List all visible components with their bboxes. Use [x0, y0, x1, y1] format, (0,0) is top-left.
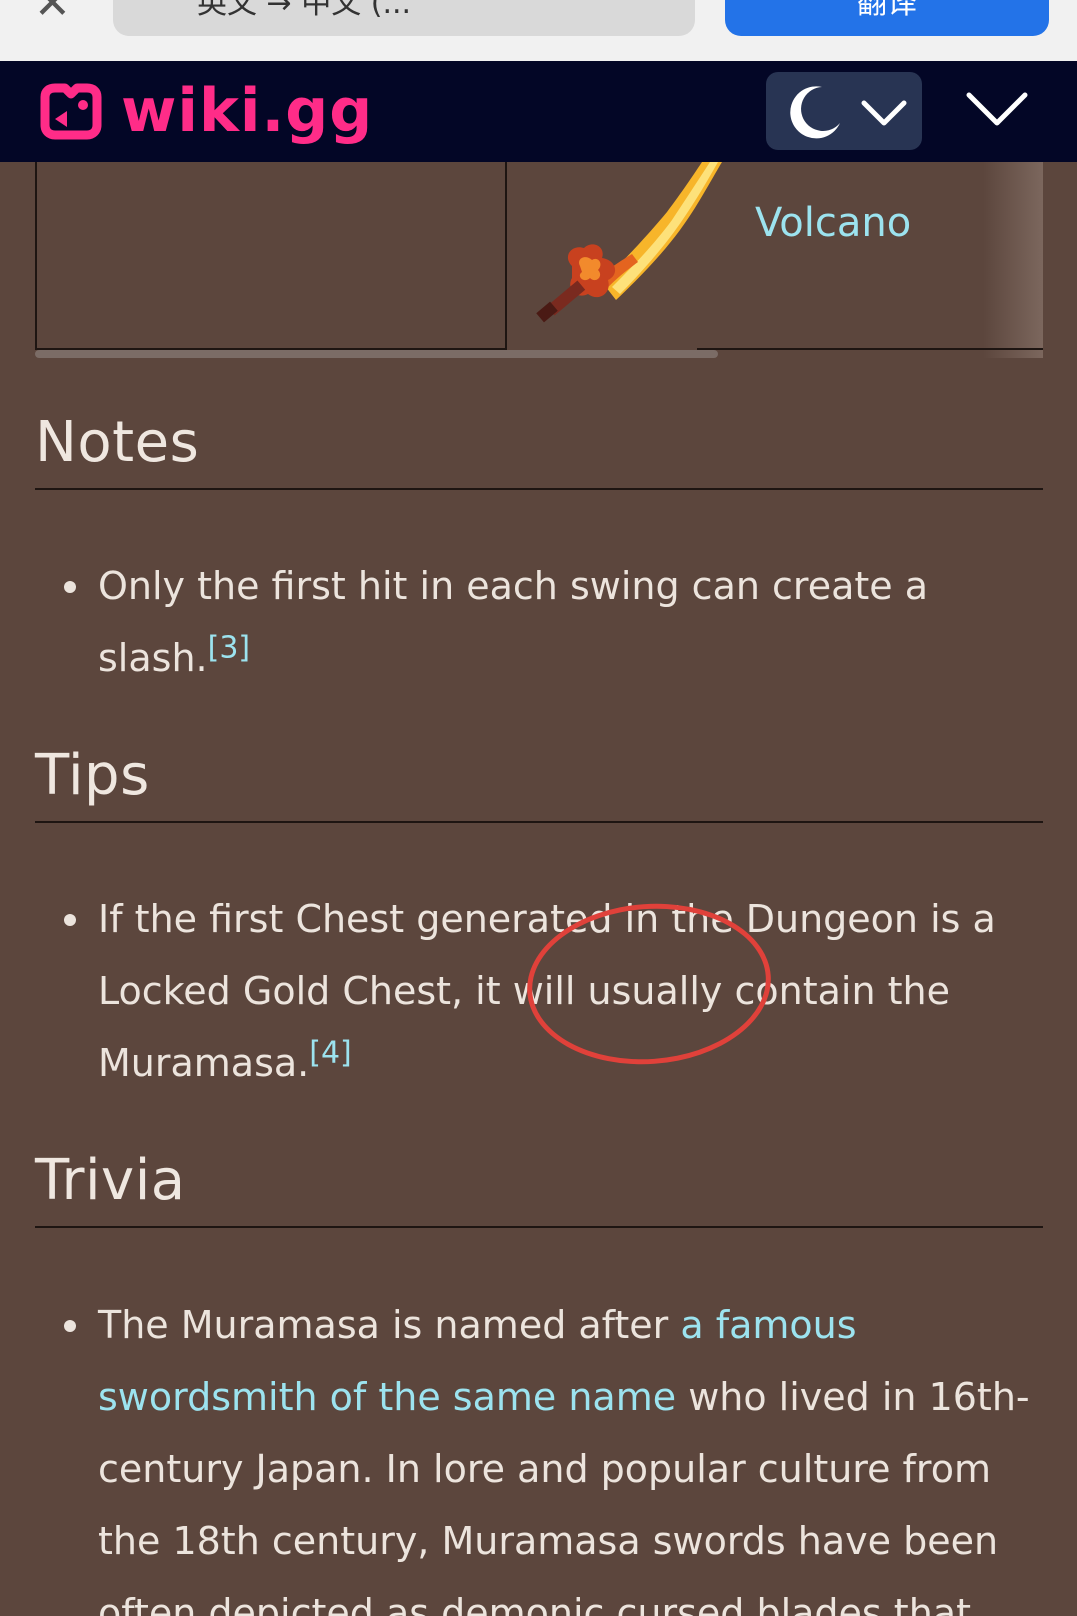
list-item: If the first Chest generated in the Dung…	[64, 883, 1043, 1099]
close-icon[interactable]: ✕	[34, 0, 71, 29]
table-border	[697, 348, 1043, 350]
logo-text: wiki.gg	[121, 76, 374, 146]
translate-button[interactable]: 翻译	[725, 0, 1049, 36]
site-header: wiki.gg	[0, 61, 1077, 162]
chevron-down-icon	[966, 92, 1028, 126]
translate-language-selector[interactable]: 英文 → 中文 (...	[113, 0, 695, 36]
trivia-text: The Muramasa is named after	[98, 1303, 681, 1347]
table-horizontal-scrollbar[interactable]	[35, 350, 718, 358]
section-heading-notes: Notes	[35, 408, 1043, 490]
item-table[interactable]: Volcano	[35, 162, 1043, 360]
chevron-down-icon	[861, 100, 907, 126]
section-heading-trivia: Trivia	[35, 1146, 1043, 1228]
list-item: The Muramasa is named after a famous swo…	[64, 1289, 1043, 1616]
reference-link[interactable]: [4]	[309, 1035, 352, 1070]
section-heading-tips: Tips	[35, 741, 1043, 823]
reference-link[interactable]: [3]	[208, 630, 251, 665]
scroll-fade-overlay	[983, 162, 1043, 358]
table-cell	[35, 162, 507, 350]
tips-list: If the first Chest generated in the Dung…	[64, 883, 1043, 1099]
article-content: Volcano Notes Only the first hit in each…	[0, 162, 1077, 1616]
menu-toggle-button[interactable]	[965, 81, 1029, 141]
volcano-link[interactable]: Volcano	[755, 200, 911, 246]
muramasa-sword-image[interactable]	[532, 162, 722, 332]
trivia-list: The Muramasa is named after a famous swo…	[64, 1289, 1043, 1616]
wiki-gg-logo-icon	[40, 83, 102, 140]
site-logo[interactable]: wiki.gg	[35, 75, 373, 147]
notes-list: Only the first hit in each swing can cre…	[64, 550, 1043, 694]
table-cell: Volcano	[505, 162, 1045, 348]
moon-icon	[790, 86, 840, 139]
tip-text: If the first Chest generated in the Dung…	[98, 897, 996, 1085]
translate-bar: ✕ 英文 → 中文 (... 翻译	[0, 0, 1077, 61]
theme-toggle-button[interactable]	[766, 72, 922, 150]
list-item: Only the first hit in each swing can cre…	[64, 550, 1043, 694]
